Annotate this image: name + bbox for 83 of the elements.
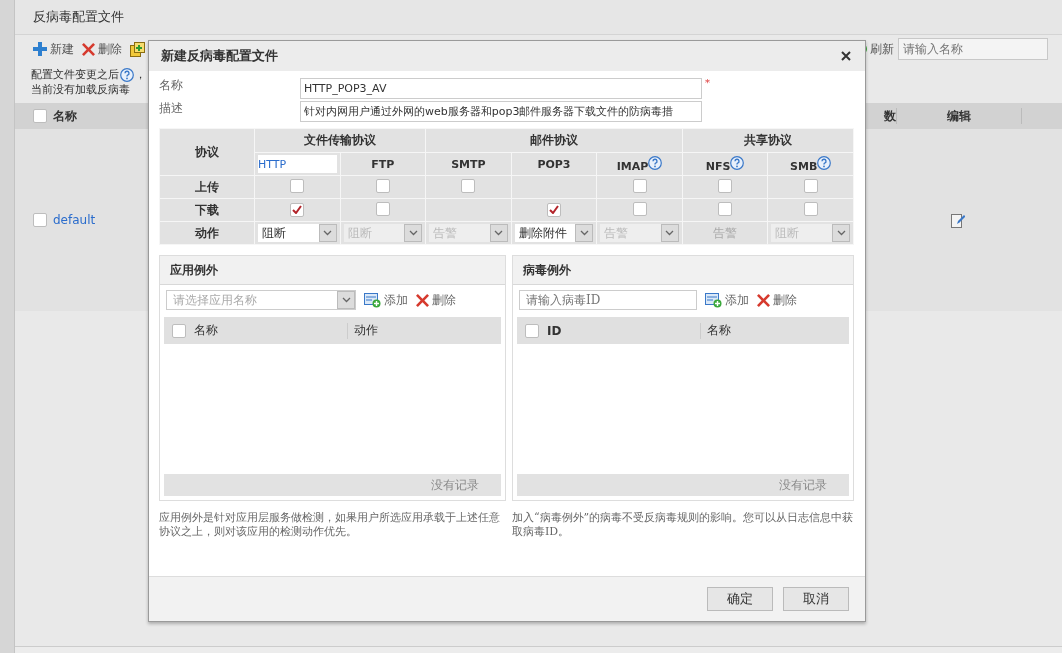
delete-button[interactable]: 删除 — [416, 291, 456, 309]
checkbox[interactable] — [632, 201, 647, 216]
note-text: 配置文件变更之后 — [31, 67, 119, 82]
help-text: 加入“病毒例外”的病毒不受反病毒规则的影响。您可以从日志信息中获取病毒ID。 — [512, 511, 854, 539]
delete-icon — [757, 293, 770, 307]
checkbox[interactable] — [525, 323, 539, 338]
protocol-name[interactable]: NFS — [705, 159, 731, 173]
column-header: 名称 — [53, 107, 77, 125]
input-field[interactable]: 请输入病毒ID — [519, 290, 697, 310]
help-icon[interactable] — [120, 67, 134, 82]
row-header: 动作 — [195, 225, 219, 240]
caret-icon — [323, 230, 333, 236]
toolbar-button[interactable]: 删除 — [82, 40, 122, 58]
column-header: ID — [547, 323, 562, 338]
add-button[interactable]: 添加 — [364, 291, 408, 309]
caret-icon — [494, 230, 504, 236]
profile-link[interactable]: default — [53, 213, 96, 227]
table-header: 协议 — [195, 144, 219, 159]
row-header: 下载 — [195, 202, 219, 217]
caret-icon — [341, 297, 351, 303]
action-select[interactable]: 删除附件 — [514, 224, 594, 242]
help-icon[interactable] — [730, 155, 745, 170]
plus-icon — [33, 42, 47, 56]
add-icon — [705, 292, 722, 308]
delete-button[interactable]: 删除 — [757, 291, 797, 309]
column-header: 名称 — [707, 323, 731, 337]
checkbox[interactable] — [33, 213, 47, 227]
help-icon[interactable] — [648, 155, 663, 170]
column-header: 动作 — [354, 323, 378, 337]
panel-title: 应用例外 — [170, 261, 218, 279]
checkbox[interactable] — [718, 178, 733, 193]
delete-icon — [416, 293, 429, 307]
checkbox[interactable] — [375, 201, 390, 216]
column-header: 名称 — [194, 322, 218, 339]
input-field[interactable]: HTTP_POP3_AV — [300, 78, 702, 99]
checkbox[interactable] — [718, 201, 733, 216]
group-header: 文件传输协议 — [304, 133, 377, 147]
input-field[interactable]: 针对内网用户通过外网的web服务器和pop3邮件服务器下载文件的防病毒措 — [300, 101, 702, 122]
action-select[interactable]: 阻断 — [258, 224, 337, 242]
checkbox[interactable] — [632, 178, 647, 193]
dialog-title: 新建反病毒配置文件 — [161, 47, 278, 65]
column-header: 编辑 — [947, 107, 971, 125]
add-icon — [364, 292, 381, 308]
close-icon[interactable] — [841, 51, 851, 61]
checkbox[interactable] — [803, 178, 818, 193]
checkbox[interactable] — [461, 178, 476, 193]
protocol-name[interactable]: SMB — [790, 159, 818, 173]
field-label: 描述 — [159, 100, 184, 117]
caret-icon — [408, 230, 418, 236]
field-label: 名称 — [159, 77, 184, 94]
toolbar-button[interactable]: 新建 — [33, 40, 74, 58]
edit-icon[interactable] — [951, 212, 965, 228]
help-text: 应用例外是针对应用层服务做检测，如果用户所选应用承载于上述任意协议之上，则对该应用的检测动作优先。 — [159, 511, 501, 539]
search-field[interactable]: 请输入名称 — [898, 38, 1048, 60]
empty-message: 没有记录 — [779, 476, 827, 494]
caret-icon — [579, 230, 589, 236]
protocol-name[interactable]: HTTP — [258, 155, 337, 173]
add-button[interactable]: 添加 — [705, 291, 749, 309]
column-header: 数 — [884, 107, 896, 125]
row-header: 上传 — [195, 179, 219, 194]
caret-icon — [836, 230, 846, 236]
group-header: 邮件协议 — [529, 133, 578, 147]
checkbox[interactable] — [546, 202, 561, 217]
note-text: ， — [135, 67, 146, 82]
help-icon[interactable] — [817, 155, 832, 170]
toolbar-button[interactable] — [130, 41, 145, 57]
empty-message: 没有记录 — [431, 476, 479, 494]
note-text: 当前没有加载反病毒 — [31, 82, 130, 97]
copy-icon — [130, 41, 145, 57]
protocol-name[interactable]: FTP — [371, 157, 395, 171]
checkbox[interactable] — [172, 323, 186, 338]
required-mark: * — [705, 77, 710, 88]
checkbox[interactable] — [803, 201, 818, 216]
checkbox[interactable] — [290, 202, 305, 217]
caret-icon — [665, 230, 675, 236]
group-header: 共享协议 — [743, 133, 792, 147]
dialog-button[interactable]: 取消 — [783, 587, 849, 611]
delete-icon — [82, 42, 95, 56]
dialog-button[interactable]: 确定 — [707, 587, 773, 611]
checkbox[interactable] — [290, 178, 305, 193]
checkbox[interactable] — [375, 178, 390, 193]
panel-title: 病毒例外 — [523, 261, 571, 279]
checkbox[interactable] — [33, 109, 47, 123]
